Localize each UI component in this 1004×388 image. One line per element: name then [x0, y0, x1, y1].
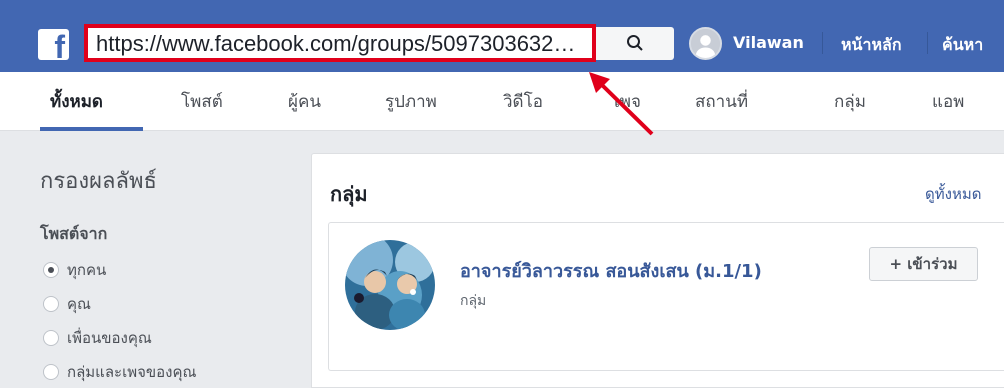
filter-option-your-friends[interactable]: เพื่อนของคุณ — [43, 326, 152, 350]
filter-option-you[interactable]: คุณ — [43, 292, 91, 316]
tab-all[interactable]: ทั้งหมด — [50, 88, 103, 115]
group-name-link[interactable]: อาจารย์วิลาวรรณ สอนสังเสน (ม.1/1) — [460, 256, 762, 285]
url-search-input[interactable]: https://www.facebook.com/groups/50973036… — [84, 24, 596, 62]
profile-silhouette-icon — [691, 29, 720, 58]
find-friends-link[interactable]: ค้นหา — [942, 33, 983, 58]
radio-selected-icon[interactable] — [43, 262, 59, 278]
groups-section-title: กลุ่ม — [330, 182, 368, 206]
logo-letter: f — [54, 29, 65, 65]
filter-option-label: เพื่อนของคุณ — [67, 329, 152, 347]
home-link[interactable]: หน้าหลัก — [841, 33, 902, 58]
filter-option-everyone[interactable]: ทุกคน — [43, 258, 106, 282]
tab-people[interactable]: ผู้คน — [288, 88, 321, 115]
profile-link[interactable]: Vilawan — [733, 33, 804, 52]
posts-from-heading: โพสต์จาก — [40, 224, 108, 243]
radio-icon[interactable] — [43, 296, 59, 312]
group-type-label: กลุ่ม — [460, 293, 487, 309]
search-icon — [627, 35, 643, 51]
group-cover-photo[interactable] — [345, 240, 435, 330]
radio-icon[interactable] — [43, 364, 59, 380]
search-button[interactable] — [596, 27, 674, 60]
radio-icon[interactable] — [43, 330, 59, 346]
nav-divider — [927, 32, 928, 54]
filter-title: กรองผลลัพธ์ — [40, 169, 157, 194]
tab-groups[interactable]: กลุ่ม — [834, 88, 866, 115]
active-tab-indicator — [40, 127, 143, 131]
tab-places[interactable]: สถานที่ — [695, 88, 748, 115]
tab-videos[interactable]: วิดีโอ — [503, 88, 543, 115]
tab-posts[interactable]: โพสต์ — [181, 88, 223, 115]
facebook-logo-icon[interactable]: f — [38, 29, 69, 65]
join-group-button[interactable]: + เข้าร่วม — [869, 247, 978, 281]
group-illustration-icon — [345, 240, 435, 330]
filter-option-label: คุณ — [67, 295, 91, 313]
filter-option-label: กลุ่มและเพจของคุณ — [67, 363, 197, 381]
see-all-link[interactable]: ดูทั้งหมด — [925, 182, 981, 206]
filter-option-your-groups-pages[interactable]: กลุ่มและเพจของคุณ — [43, 360, 196, 384]
filter-option-label: ทุกคน — [67, 261, 107, 279]
tab-pages[interactable]: เพจ — [614, 88, 641, 115]
user-avatar[interactable] — [689, 27, 722, 60]
tab-photos[interactable]: รูปภาพ — [385, 88, 437, 115]
tab-apps[interactable]: แอพ — [932, 88, 964, 115]
nav-divider — [822, 32, 823, 54]
